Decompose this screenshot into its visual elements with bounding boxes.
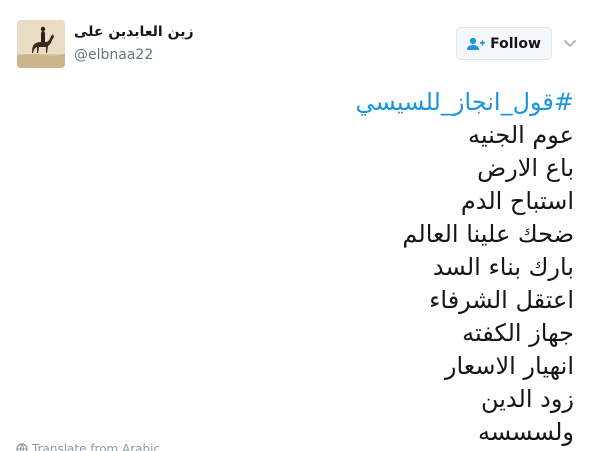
tweet-line: استباح الدم xyxy=(460,187,574,215)
hashtag-link[interactable]: #قول_انجاز_للسيسي xyxy=(154,86,574,119)
avatar[interactable] xyxy=(17,20,65,68)
translate-label: Translate from Arabic xyxy=(32,442,161,451)
horse-rider-avatar-icon xyxy=(17,20,65,68)
tweet-line: جهاز الكفته xyxy=(462,319,574,347)
tweet-menu-caret[interactable] xyxy=(562,35,578,51)
follow-button-label: Follow xyxy=(490,35,541,52)
user-handle[interactable]: @elbnaa22 xyxy=(74,45,153,65)
tweet-text: #قول_انجاز_للسيسي عوم الجنيه باع الارض ا… xyxy=(154,86,574,449)
tweet-line: عوم الجنيه xyxy=(467,121,574,149)
tweet-line: باع الارض xyxy=(477,154,574,182)
chevron-down-icon xyxy=(564,40,576,47)
follow-button[interactable]: Follow xyxy=(456,27,552,60)
tweet-line: ولسسسه xyxy=(478,418,574,446)
tweet-line: اعتقل الشرفاء xyxy=(429,286,574,314)
tweet-line: زود الدين xyxy=(480,385,574,413)
tweet-line: بارك بناء السد xyxy=(432,253,574,281)
tweet-card: زين العابدين على @elbnaa22 Follow #قول_ا… xyxy=(0,0,592,451)
translate-link[interactable]: Translate from Arabic xyxy=(16,442,160,451)
tweet-line: انهيار الاسعار xyxy=(444,352,574,380)
display-name[interactable]: زين العابدين على xyxy=(74,22,194,42)
add-user-icon xyxy=(467,37,486,50)
globe-icon xyxy=(16,443,28,451)
tweet-line: ضحك علينا العالم xyxy=(402,220,574,248)
